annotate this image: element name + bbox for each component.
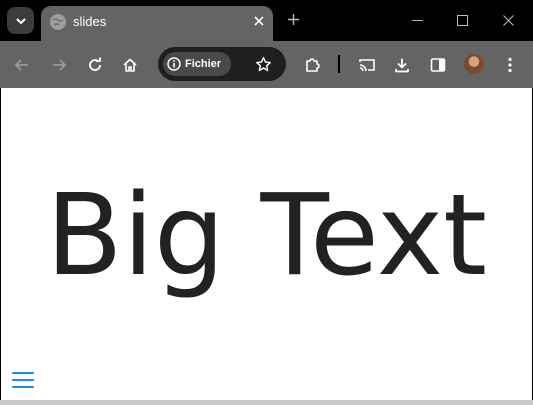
- cast-button[interactable]: [354, 52, 380, 78]
- back-button[interactable]: [9, 52, 35, 78]
- side-panel-button[interactable]: [425, 52, 451, 78]
- toolbar-divider: [338, 55, 340, 73]
- globe-icon: [50, 14, 66, 30]
- arrow-right-icon: [53, 59, 67, 71]
- maximize-icon: [456, 14, 468, 26]
- bookmark-button[interactable]: [251, 52, 275, 76]
- kebab-menu-icon: [508, 57, 512, 73]
- forward-button[interactable]: [46, 52, 72, 78]
- new-tab-button[interactable]: [283, 9, 303, 29]
- site-chip-label: Fichier: [185, 58, 222, 70]
- browser-menu-button[interactable]: [497, 52, 523, 78]
- browser-toolbar: Fichier: [0, 41, 533, 88]
- info-icon: [167, 57, 181, 71]
- reload-icon: [89, 57, 101, 71]
- tab-close-button[interactable]: [249, 11, 269, 31]
- cast-icon: [359, 59, 375, 72]
- puzzle-icon: [306, 58, 320, 72]
- address-bar[interactable]: Fichier: [158, 47, 286, 81]
- side-panel-icon: [430, 58, 446, 72]
- minimize-icon: [411, 19, 423, 21]
- maximize-button[interactable]: [447, 8, 477, 32]
- hamburger-menu-icon[interactable]: [12, 370, 34, 390]
- avatar[interactable]: [464, 54, 484, 74]
- download-icon: [395, 58, 409, 73]
- close-icon: [502, 14, 514, 26]
- site-info-chip[interactable]: Fichier: [163, 52, 231, 76]
- page-content: Big Text: [1, 88, 532, 400]
- arrow-left-icon: [14, 59, 28, 71]
- minimize-button[interactable]: [402, 8, 432, 32]
- reload-button[interactable]: [82, 52, 108, 78]
- close-icon: [254, 16, 264, 26]
- page-bottom-edge: [0, 400, 533, 405]
- chevron-down-icon: [15, 17, 26, 24]
- tab-search-button[interactable]: [7, 7, 34, 34]
- plus-icon: [287, 13, 299, 25]
- home-icon: [123, 58, 137, 72]
- home-button[interactable]: [117, 52, 143, 78]
- close-window-button[interactable]: [493, 8, 523, 32]
- tab-strip: slides: [0, 0, 533, 41]
- extensions-button[interactable]: [300, 52, 326, 78]
- slide-heading: Big Text: [45, 171, 488, 301]
- downloads-button[interactable]: [389, 52, 415, 78]
- star-icon: [255, 56, 271, 71]
- tab-slides[interactable]: slides: [41, 6, 273, 41]
- tab-title: slides: [73, 14, 107, 29]
